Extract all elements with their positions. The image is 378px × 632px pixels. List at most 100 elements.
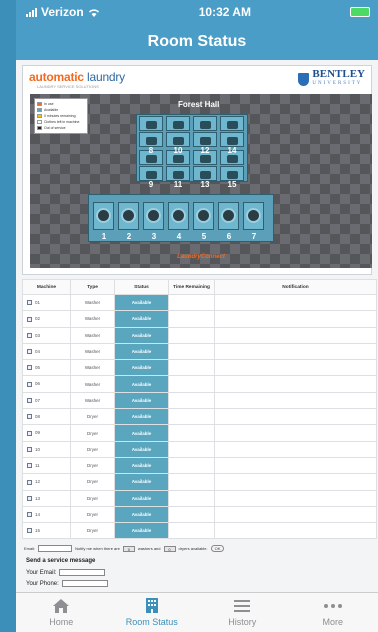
dryer-unit[interactable]: [220, 132, 244, 147]
tab-room-status[interactable]: Room Status: [107, 593, 198, 632]
dryer-unit[interactable]: [220, 166, 244, 181]
status-cell: Available: [114, 424, 169, 442]
type-cell: Dryer: [70, 456, 115, 475]
washer-unit[interactable]: [193, 202, 214, 230]
col-notification: Notification: [214, 279, 377, 295]
washer-unit[interactable]: [118, 202, 139, 230]
email-label: Email:: [24, 546, 36, 552]
tab-more[interactable]: More: [288, 593, 378, 632]
expand-icon[interactable]: [27, 446, 32, 452]
expand-icon[interactable]: [27, 463, 32, 469]
table-row: 15 Dryer Available: [22, 522, 377, 540]
expand-icon[interactable]: [27, 300, 32, 306]
notification-cell: [214, 440, 377, 458]
battery-icon: [350, 7, 370, 17]
time-cell: [168, 310, 215, 328]
nav-title: Room Status: [147, 33, 247, 50]
expand-icon[interactable]: [27, 479, 32, 485]
machine-cell[interactable]: 14: [22, 505, 71, 524]
machine-cell[interactable]: 05: [22, 359, 71, 377]
notification-cell: [214, 359, 377, 377]
dryer-unit[interactable]: [193, 116, 217, 131]
dryer-unit[interactable]: [220, 116, 244, 131]
time-cell: [168, 522, 215, 540]
legend-swatch: [37, 102, 42, 106]
table-row: 02 Washer Available: [22, 310, 377, 328]
machine-cell[interactable]: 15: [22, 522, 71, 540]
ok-button[interactable]: OK: [210, 545, 225, 553]
type-cell: Dryer: [70, 489, 115, 507]
machine-cell[interactable]: 02: [22, 310, 71, 328]
time-cell: [168, 473, 215, 491]
tab-bar: Home Room Status History More: [16, 592, 378, 632]
room-map-panel: automatic laundry LAUNDRY SERVICE SOLUTI…: [22, 65, 372, 275]
washer-unit[interactable]: [218, 202, 239, 230]
washer-unit[interactable]: [143, 202, 164, 230]
expand-icon[interactable]: [27, 414, 32, 420]
machine-cell[interactable]: 11: [22, 456, 71, 475]
expand-icon[interactable]: [27, 398, 32, 404]
machine-cell[interactable]: 10: [22, 440, 71, 458]
legend-swatch: [37, 114, 42, 118]
type-cell: Washer: [70, 375, 115, 393]
expand-icon[interactable]: [27, 332, 32, 338]
machine-cell[interactable]: 13: [22, 489, 71, 507]
machine-cell[interactable]: 04: [22, 342, 71, 361]
service-email-input[interactable]: [59, 569, 106, 577]
expand-icon[interactable]: [27, 495, 32, 501]
dryer-unit[interactable]: [166, 116, 190, 131]
machine-cell[interactable]: 07: [22, 391, 71, 410]
tab-home[interactable]: Home: [16, 593, 107, 632]
machine-cell[interactable]: 01: [22, 293, 71, 312]
dryer-unit[interactable]: [193, 132, 217, 147]
service-phone-input[interactable]: [61, 580, 108, 588]
dryer-number: 15: [227, 180, 237, 189]
dryer-unit[interactable]: [139, 116, 163, 131]
expand-icon[interactable]: [27, 381, 32, 387]
notify-form: Email: Notify me when there are 0 washer…: [24, 545, 378, 553]
expand-icon[interactable]: [27, 512, 32, 518]
notification-cell: [214, 456, 377, 475]
washers-select[interactable]: 0: [122, 545, 135, 552]
expand-icon[interactable]: [27, 365, 32, 371]
tab-history[interactable]: History: [197, 593, 288, 632]
time-cell: [168, 440, 215, 458]
washer-unit[interactable]: [243, 202, 264, 230]
dryers-select[interactable]: 0: [163, 545, 176, 552]
notification-cell: [214, 391, 377, 410]
webview-content[interactable]: automatic laundry LAUNDRY SERVICE SOLUTI…: [16, 60, 378, 592]
machine-cell[interactable]: 03: [22, 326, 71, 344]
washer-number: 3: [151, 232, 157, 241]
dryer-unit[interactable]: [139, 166, 163, 181]
dryer-number: 8: [148, 146, 154, 155]
washer-unit[interactable]: [168, 202, 189, 230]
notification-cell: [214, 375, 377, 393]
dryer-unit[interactable]: [166, 166, 190, 181]
status-cell: Available: [114, 408, 169, 426]
dryer-unit[interactable]: [166, 132, 190, 147]
table-row: 11 Dryer Available: [22, 456, 377, 475]
app-frame: Verizon 10:32 AM Room Status automatic l…: [16, 0, 378, 632]
type-cell: Washer: [70, 342, 115, 361]
table-row: 14 Dryer Available: [22, 505, 377, 524]
expand-icon[interactable]: [27, 349, 32, 355]
expand-icon[interactable]: [27, 430, 32, 436]
dryer-number: 10: [173, 146, 183, 155]
machine-cell[interactable]: 08: [22, 408, 71, 426]
machine-cell[interactable]: 06: [22, 375, 71, 393]
dryer-unit[interactable]: [193, 166, 217, 181]
washer-unit[interactable]: [93, 202, 114, 230]
expand-icon[interactable]: [27, 528, 32, 534]
notification-cell: [214, 505, 377, 524]
machine-cell[interactable]: 12: [22, 473, 71, 491]
notify-email-input[interactable]: [38, 545, 73, 553]
notification-cell: [214, 424, 377, 442]
dryer-unit[interactable]: [139, 132, 163, 147]
building-icon: [145, 598, 158, 613]
expand-icon[interactable]: [27, 316, 32, 322]
map-legend: In use Available 0 minutes remaining Clothe…: [34, 98, 88, 134]
table-row: 09 Dryer Available: [22, 424, 377, 442]
status-cell: Available: [114, 505, 169, 524]
col-status: Status: [114, 279, 169, 295]
machine-cell[interactable]: 09: [22, 424, 71, 442]
